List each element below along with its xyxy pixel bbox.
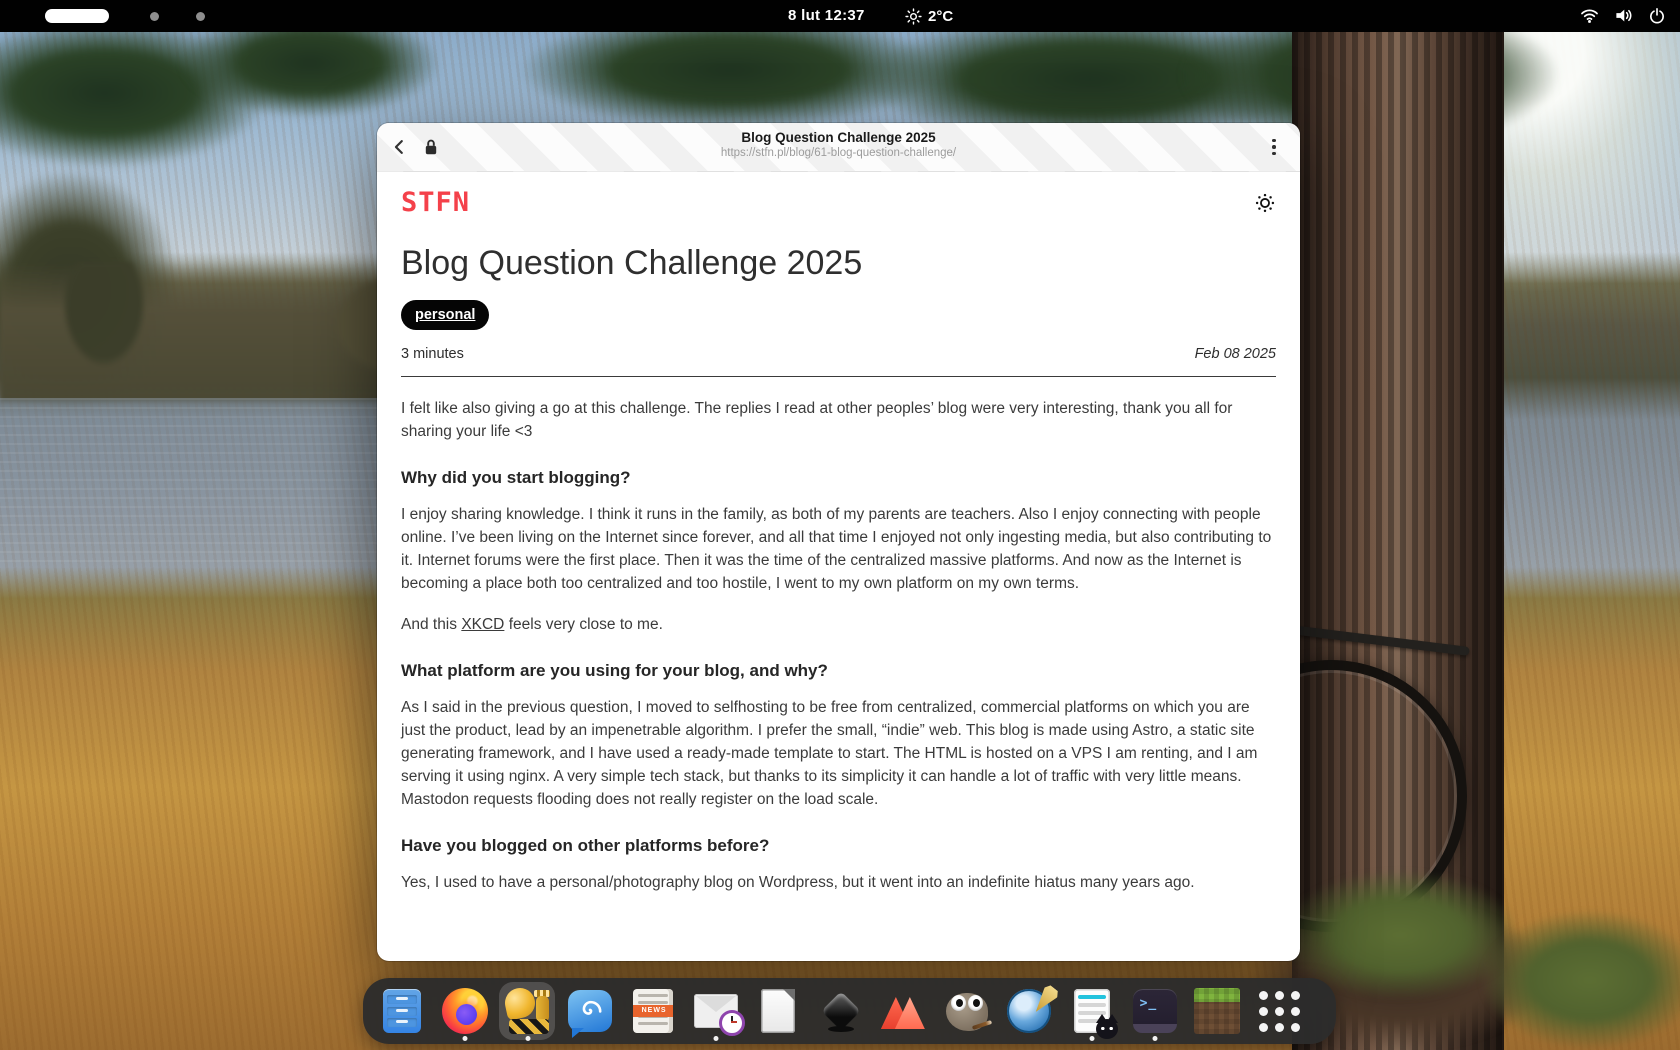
gimp-icon: [944, 989, 992, 1033]
power-icon: [1650, 7, 1664, 24]
dock-item-scribus[interactable]: [998, 978, 1061, 1044]
section-paragraph: As I said in the previous question, I mo…: [401, 699, 1258, 808]
tag-personal[interactable]: personal: [401, 300, 490, 330]
dock-item-evolution[interactable]: [684, 978, 747, 1044]
evolution-mail-icon: [693, 994, 745, 1036]
xkcd-sentence: And this XKCD feels very close to me.: [401, 613, 1276, 636]
terminal-prompt-glyph: >_: [1139, 996, 1158, 1011]
section-paragraph: Yes, I used to have a personal/photograp…: [401, 874, 1195, 891]
dock-item-files[interactable]: [371, 978, 434, 1044]
running-indicator: [1089, 1036, 1095, 1041]
tuba-icon: [501, 985, 551, 1034]
post-date: Feb 08 2025: [1194, 346, 1276, 362]
dock-item-firefox[interactable]: [434, 978, 497, 1044]
dock-item-terminal[interactable]: >_: [1123, 978, 1186, 1044]
xkcd-link[interactable]: XKCD: [461, 616, 504, 633]
workspace-indicator-dot[interactable]: [150, 12, 159, 21]
post-title: Blog Question Challenge 2025: [401, 244, 863, 282]
inkscape-icon: [818, 988, 864, 1034]
notes-cat-app-icon: [1073, 989, 1118, 1039]
browser-window: Blog Question Challenge 2025 https://stf…: [377, 123, 1300, 961]
clock-badge: [718, 1010, 745, 1036]
dock-item-inkscape[interactable]: [810, 978, 873, 1044]
fractal-icon: [568, 990, 613, 1038]
dock-item-gimp[interactable]: [935, 978, 998, 1044]
dock-item-newsflash[interactable]: NEWS: [622, 978, 685, 1044]
xkcd-post-text: feels very close to me.: [504, 616, 663, 633]
terminal-icon: >_: [1132, 989, 1177, 1033]
running-indicator: [462, 1036, 468, 1041]
cat-mascot: [1095, 1014, 1118, 1039]
section-heading: Have you blogged on other platforms befo…: [401, 836, 770, 855]
weather-temp: 2°C: [928, 7, 954, 25]
site-logo[interactable]: STFN: [401, 188, 470, 218]
dock-item-tuba[interactable]: [496, 978, 559, 1044]
scribus-icon: [1007, 989, 1051, 1033]
section-heading: What platform are you using for your blo…: [401, 661, 828, 680]
wifi-icon: [1581, 9, 1598, 23]
window-url: https://stfn.pl/blog/61-blog-question-ch…: [720, 147, 957, 159]
running-indicator: [1152, 1036, 1158, 1041]
page-content: STFN Blog Question Challenge 2025 person…: [377, 172, 1300, 961]
section-heading: Why did you start blogging?: [401, 468, 631, 487]
dock: NEWS >_: [363, 978, 1336, 1044]
volume-icon: [1616, 9, 1632, 22]
minecraft-grass-block-icon: [1194, 988, 1241, 1034]
read-time: 3 minutes: [401, 346, 464, 362]
sun-icon: [905, 7, 922, 25]
divider: [401, 376, 1276, 377]
running-indicator: [525, 1036, 531, 1041]
kebab-menu-button[interactable]: [1264, 137, 1284, 157]
red-triangles-app-icon: [880, 991, 927, 1031]
browser-header-bar: Blog Question Challenge 2025 https://stf…: [377, 123, 1300, 172]
system-status-area[interactable]: [1580, 6, 1666, 25]
files-icon: [383, 989, 422, 1033]
dock-item-minecraft[interactable]: [1186, 978, 1249, 1044]
workspace-indicator-dot[interactable]: [196, 12, 205, 21]
news-band-label: NEWS: [633, 1005, 674, 1017]
running-indicator: [713, 1036, 719, 1041]
dock-item-fractal[interactable]: [559, 978, 622, 1044]
intro-paragraph: I felt like also giving a go at this cha…: [401, 400, 1233, 440]
show-apps-grid-icon: [1259, 990, 1301, 1032]
section-paragraph: I enjoy sharing knowledge. I think it ru…: [401, 506, 1272, 592]
show-apps-button[interactable]: [1249, 978, 1312, 1044]
dock-item-red-triangles-app[interactable]: [873, 978, 936, 1044]
weather-chip[interactable]: 2°C: [905, 4, 953, 28]
top-bar: 8 lut 12:37 2°C: [0, 0, 1680, 32]
workspace-indicator-active[interactable]: [45, 9, 109, 23]
libreoffice-document-icon: [761, 989, 796, 1033]
window-title: Blog Question Challenge 2025: [741, 130, 936, 145]
newsflash-icon: NEWS: [633, 989, 674, 1033]
dock-item-libreoffice[interactable]: [747, 978, 810, 1044]
clock[interactable]: 8 lut 12:37: [788, 7, 865, 24]
dock-item-notes-cat-app[interactable]: [1061, 978, 1124, 1044]
theme-toggle-sun-icon[interactable]: [1254, 192, 1276, 214]
firefox-icon: [442, 988, 489, 1034]
xkcd-pre-text: And this: [401, 616, 462, 633]
